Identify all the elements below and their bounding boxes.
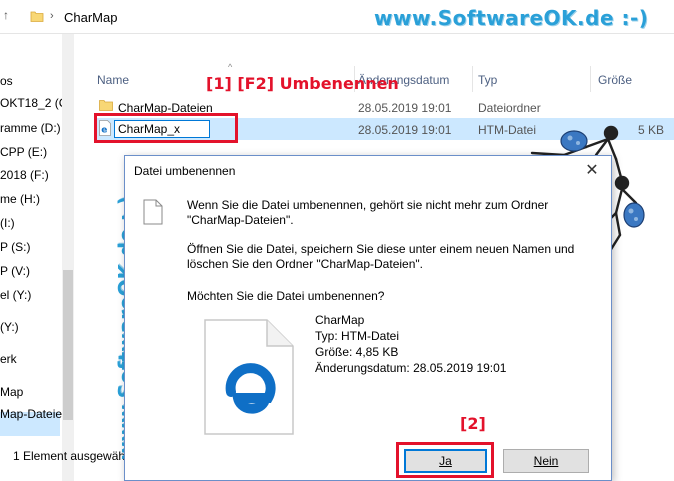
nav-item-network[interactable]: erk	[0, 352, 17, 366]
nav-item-charmap-dateien[interactable]: Map-Dateien	[0, 407, 69, 421]
file-property-date: Änderungsdatum: 28.05.2019 19:01	[315, 361, 507, 375]
nav-item-drive-y2[interactable]: (Y:)	[0, 320, 19, 334]
nav-item-drive-c[interactable]: OKT18_2 (C:	[0, 96, 71, 110]
nav-item-drive-y[interactable]: el (Y:)	[0, 288, 31, 302]
dialog-question: Möchten Sie die Datei umbenennen?	[187, 289, 385, 303]
document-icon	[143, 199, 163, 225]
close-icon[interactable]: ✕	[580, 161, 604, 181]
file-property-name: CharMap	[315, 313, 365, 327]
dialog-message-line: "CharMap-Dateien".	[187, 213, 294, 227]
nav-item-drive-f[interactable]: 2018 (F:)	[0, 168, 49, 182]
edge-html-file-icon	[204, 319, 294, 435]
file-property-type: Typ: HTM-Datei	[315, 329, 400, 343]
annotation-highlight-box	[396, 442, 494, 478]
watermark-top: www.SoftwareOK.de :-)	[374, 6, 649, 30]
folder-icon	[99, 100, 113, 111]
nav-item-drive-h[interactable]: me (H:)	[0, 192, 40, 206]
annotation-step-2: [2]	[460, 414, 486, 433]
nav-item-drive-v[interactable]: P (V:)	[0, 264, 30, 278]
nav-item-drive-s[interactable]: P (S:)	[0, 240, 30, 254]
nav-item-drive-d[interactable]: ramme (D:)	[0, 121, 61, 135]
dialog-title: Datei umbenennen	[134, 164, 236, 178]
folder-icon	[30, 11, 44, 22]
dialog-message-line: löschen Sie den Ordner "CharMap-Dateien"…	[187, 257, 423, 271]
dialog-message-line: Öffnen Sie die Datei, speichern Sie dies…	[187, 242, 575, 256]
column-header-size[interactable]: Größe	[598, 73, 632, 87]
up-arrow-icon[interactable]: ↑	[3, 8, 9, 22]
file-date: 28.05.2019 19:01	[358, 101, 452, 115]
file-property-size: Größe: 4,85 KB	[315, 345, 399, 359]
rename-dialog: Datei umbenennen ✕ Wenn Sie die Datei um…	[124, 155, 612, 481]
nav-item[interactable]: os	[0, 74, 13, 88]
navigation-pane: os OKT18_2 (C: ramme (D:) CPP (E:) 2018 …	[0, 34, 71, 481]
annotation-highlight-box	[94, 113, 238, 143]
no-button-label: Nein	[533, 454, 559, 468]
no-button[interactable]: Nein	[503, 449, 589, 473]
file-date: 28.05.2019 19:01	[358, 123, 452, 137]
column-header-type[interactable]: Typ	[478, 73, 497, 87]
annotation-f2-rename: [1] [F2] Umbenennen	[206, 74, 399, 93]
address-path[interactable]: CharMap	[64, 10, 117, 25]
file-type: Dateiordner	[478, 101, 541, 115]
nav-item-drive-i[interactable]: (I:)	[0, 216, 15, 230]
status-bar-text: 1 Element ausgewähl	[13, 449, 128, 463]
column-header-name[interactable]: Name	[97, 73, 129, 87]
chevron-right-icon: ›	[50, 10, 54, 22]
nav-scrollbar-thumb[interactable]	[63, 270, 73, 420]
sort-up-icon: ^	[228, 62, 233, 72]
nav-item-drive-e[interactable]: CPP (E:)	[0, 145, 47, 159]
column-separator[interactable]	[472, 66, 473, 92]
column-separator[interactable]	[590, 66, 591, 92]
nav-item-charmap[interactable]: Map	[0, 385, 23, 399]
dialog-message-line: Wenn Sie die Datei umbenennen, gehört si…	[187, 198, 549, 212]
dialog-titlebar[interactable]: Datei umbenennen ✕	[125, 156, 611, 186]
